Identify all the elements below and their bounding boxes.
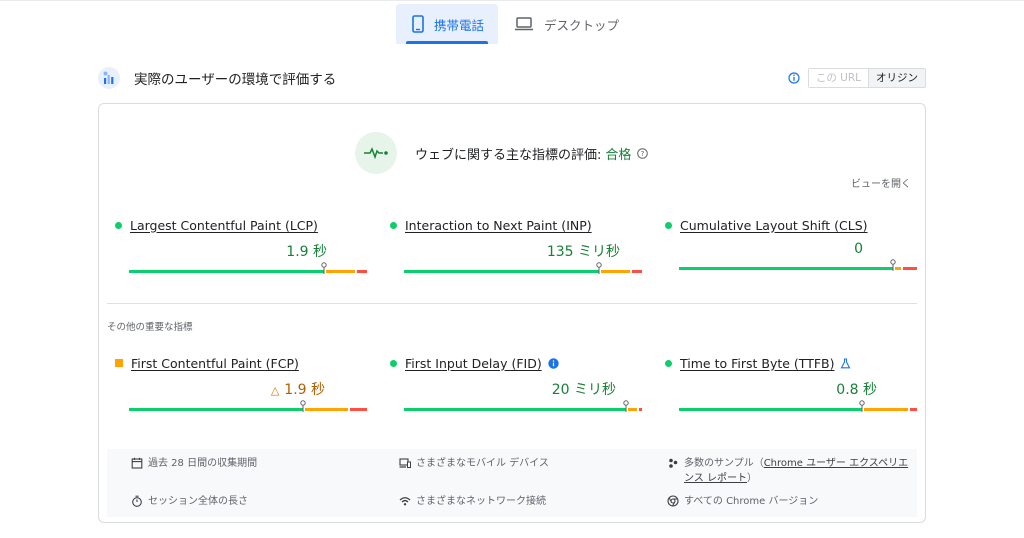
data-info-footer: 過去 28 日間の収集期間 さまざまなモバイル デバイス 多数のサンプル（Chr…	[107, 449, 917, 517]
percentile-marker-icon	[299, 400, 306, 412]
segment-needs-improvement	[304, 408, 349, 411]
field-data-icon	[98, 67, 120, 89]
segment-good	[679, 267, 894, 270]
good-status-dot	[390, 359, 397, 367]
good-status-dot	[115, 221, 122, 229]
url-origin-toggle: この URL オリジン	[788, 68, 926, 88]
origin-button[interactable]: オリジン	[868, 69, 925, 87]
section-divider	[107, 303, 917, 304]
laptop-icon	[514, 17, 534, 31]
percentile-marker-icon	[859, 400, 865, 412]
metric-ttfb: Time to First Byte (TTFB) 0.8 秒	[665, 355, 917, 419]
smartphone-icon	[412, 15, 424, 33]
segment-needs-improvement	[863, 408, 908, 411]
good-status-dot	[665, 359, 672, 367]
segment-poor	[350, 408, 367, 411]
info-icon[interactable]	[788, 72, 800, 84]
svg-text:?: ?	[641, 150, 645, 158]
cwv-assessment: ウェブに関する主な指標の評価: 合格 ?	[355, 132, 649, 174]
field-data-card: ウェブに関する主な指標の評価: 合格 ? ビューを開く Largest Cont…	[98, 103, 926, 523]
percentile-marker-icon	[890, 259, 896, 271]
metric-value: 135 ミリ秒	[546, 244, 620, 260]
help-icon[interactable]: ?	[637, 147, 649, 159]
metric-name[interactable]: First Contentful Paint (FCP)	[131, 356, 299, 371]
metric-value: 0	[854, 241, 863, 257]
metric-cls: Cumulative Layout Shift (CLS) 0	[665, 217, 917, 281]
percentile-marker-icon	[596, 262, 602, 274]
metric-fid: First Input Delay (FID) 20 ミリ秒	[390, 355, 642, 419]
good-status-dot	[390, 221, 397, 229]
distribution-bar	[129, 270, 367, 273]
segment-good	[404, 270, 599, 273]
distribution-bar	[679, 408, 917, 411]
this-url-button[interactable]: この URL	[808, 69, 868, 87]
segment-poor	[639, 408, 642, 411]
warning-triangle-icon: △	[270, 384, 280, 397]
good-status-dot	[665, 221, 672, 229]
pulse-icon	[355, 132, 397, 174]
metric-name[interactable]: Time to First Byte (TTFB)	[680, 356, 834, 371]
segment-needs-improvement	[326, 270, 355, 273]
metric-value-warning: △ 1.9 秒	[270, 382, 325, 398]
segment-good	[404, 408, 627, 411]
devices-icon	[399, 457, 411, 469]
calendar-icon	[131, 457, 143, 469]
percentile-marker-icon	[623, 400, 629, 412]
chrome-icon	[667, 495, 679, 507]
wifi-icon	[399, 495, 411, 507]
segment-good	[129, 270, 324, 273]
distribution-bar	[404, 270, 642, 273]
distribution-bar	[679, 267, 917, 270]
distribution-bar	[404, 408, 642, 411]
tab-mobile[interactable]: 携帯電話	[396, 4, 499, 44]
toggle-group: この URL オリジン	[807, 68, 926, 88]
metric-inp: Interaction to Next Paint (INP) 135 ミリ秒	[390, 217, 642, 281]
sample-info: 多数のサンプル（Chrome ユーザー エクスペリエンス レポート）	[667, 456, 917, 486]
network-variety: さまざまなネットワーク接続	[399, 494, 546, 509]
section-title: 実際のユーザーの環境で評価する	[134, 72, 337, 88]
segment-good	[129, 408, 303, 411]
device-tabs: 携帯電話 デスクトップ	[396, 4, 633, 44]
metric-lcp: Largest Contentful Paint (LCP) 1.9 秒	[115, 217, 367, 281]
metric-name[interactable]: Cumulative Layout Shift (CLS)	[680, 218, 868, 233]
assessment-result: 合格	[605, 147, 632, 163]
segment-good	[679, 408, 862, 411]
percentile-marker-icon	[321, 262, 327, 274]
session-length: セッション全体の長さ	[131, 494, 248, 509]
segment-poor	[631, 270, 642, 273]
distribution-bar	[129, 408, 367, 411]
tab-desktop[interactable]: デスクトップ	[498, 4, 633, 44]
expand-view-link[interactable]: ビューを開く	[851, 175, 911, 190]
tab-mobile-label: 携帯電話	[434, 17, 485, 33]
metric-name[interactable]: First Input Delay (FID)	[405, 356, 542, 371]
stopwatch-icon	[131, 495, 143, 507]
tab-desktop-label: デスクトップ	[544, 17, 620, 33]
segment-needs-improvement	[628, 408, 638, 411]
other-metrics-label: その他の重要な指標	[107, 322, 193, 333]
device-variety: さまざまなモバイル デバイス	[399, 456, 549, 471]
top-border	[0, 0, 1024, 3]
metric-name[interactable]: Interaction to Next Paint (INP)	[405, 218, 592, 233]
segment-needs-improvement	[601, 270, 630, 273]
assessment-label: ウェブに関する主な指標の評価:	[415, 147, 602, 163]
metric-value: 1.9 秒	[286, 244, 327, 260]
metric-value: 20 ミリ秒	[551, 382, 616, 398]
chrome-versions: すべての Chrome バージョン	[667, 494, 818, 509]
collection-period: 過去 28 日間の収集期間	[131, 456, 257, 471]
info-filled-icon[interactable]	[548, 357, 559, 369]
users-icon	[667, 457, 679, 469]
experimental-flask-icon[interactable]	[840, 357, 851, 369]
metric-fcp: First Contentful Paint (FCP) △ 1.9 秒	[115, 355, 367, 419]
needs-improvement-square	[115, 359, 123, 367]
segment-poor	[902, 267, 917, 270]
segment-poor	[909, 408, 917, 411]
metric-value: 0.8 秒	[836, 382, 877, 398]
metric-name[interactable]: Largest Contentful Paint (LCP)	[130, 218, 318, 233]
segment-poor	[356, 270, 367, 273]
field-data-header: 実際のユーザーの環境で評価する この URL オリジン	[98, 66, 926, 90]
